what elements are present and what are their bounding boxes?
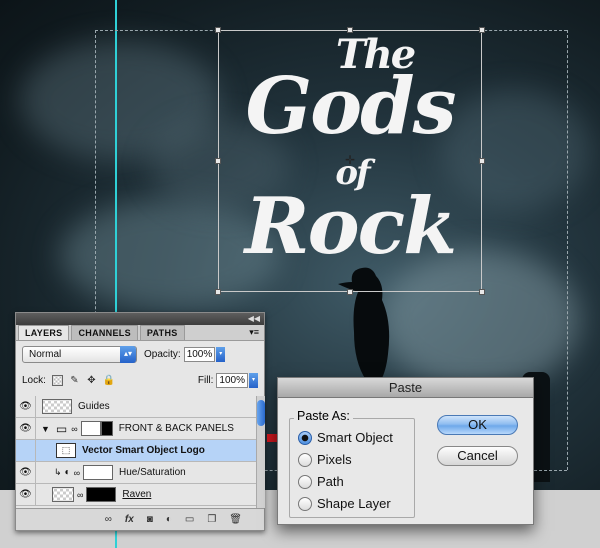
blend-mode-value: Normal [29, 348, 62, 360]
layer-row-raven[interactable]: 👁 ∞ Raven [16, 483, 256, 506]
mask-thumbnail [100, 421, 113, 436]
panel-tabs: LAYERS CHANNELS PATHS ▾≡ [16, 325, 264, 341]
blend-mode-select[interactable]: Normal ▴▾ [22, 345, 137, 363]
link-layers-icon[interactable]: ∞ [105, 514, 112, 525]
select-arrow-icon: ▴▾ [120, 345, 136, 363]
radio-button[interactable] [298, 474, 312, 489]
cancel-button[interactable]: Cancel [437, 446, 518, 466]
layer-row-vector-smart-object-logo[interactable]: ⬚ Vector Smart Object Logo [16, 439, 256, 462]
ok-button[interactable]: OK [437, 415, 518, 435]
fill-label: Fill: [197, 374, 214, 386]
photoshop-workspace: The Gods of Rock ✛ ◀◀ LAYERS CHANNELS PA… [0, 0, 600, 548]
logo-word: Rock [244, 181, 457, 272]
pivot-point-icon[interactable]: ✛ [345, 154, 355, 166]
layer-name: FRONT & BACK PANELS [118, 423, 234, 434]
radio-button[interactable] [298, 496, 312, 511]
tab-layers[interactable]: LAYERS [18, 325, 70, 340]
transform-handle[interactable] [347, 27, 353, 33]
transform-handle[interactable] [479, 158, 485, 164]
radio-label: Smart Object [317, 430, 393, 445]
fill-slider-arrow-icon[interactable]: ▾ [249, 372, 258, 388]
radio-path[interactable]: Path [298, 474, 344, 489]
layer-row-guides[interactable]: 👁 Guides [16, 396, 256, 418]
opacity-slider-arrow-icon[interactable]: ▾ [216, 346, 226, 362]
folder-icon: ▭ [55, 421, 68, 436]
link-chain-icon: ∞ [71, 423, 78, 434]
radio-shape-layer[interactable]: Shape Layer [298, 496, 391, 511]
layer-name: Raven [122, 489, 152, 500]
transform-handle[interactable] [347, 289, 353, 295]
collapse-icon[interactable]: ◀◀ [248, 314, 260, 323]
radio-smart-object[interactable]: Smart Object [298, 430, 393, 445]
group-expand-triangle-icon[interactable]: ▼ [41, 424, 50, 434]
opacity-label: Opacity: [144, 348, 181, 360]
scrollbar-thumb[interactable] [257, 400, 265, 426]
panel-footer: ∞ fx ◙ ◐ ▭ ❐ 🗑 [16, 508, 264, 530]
radio-label: Shape Layer [317, 496, 391, 511]
mask-thumbnail [86, 487, 117, 502]
panel-menu-icon[interactable]: ▾≡ [249, 327, 259, 338]
layer-name: Guides [78, 401, 110, 412]
visibility-eye-icon[interactable]: 👁 [16, 417, 36, 440]
transform-handle[interactable] [215, 289, 221, 295]
transform-handle[interactable] [479, 27, 485, 33]
layers-panel: ◀◀ LAYERS CHANNELS PATHS ▾≡ Normal ▴▾ Op… [15, 312, 265, 531]
layer-thumbnail [52, 487, 74, 502]
radio-button[interactable] [298, 430, 312, 445]
visibility-eye-icon[interactable]: 👁 [16, 396, 36, 418]
new-layer-icon[interactable]: ❐ [207, 514, 216, 525]
layer-name: Vector Smart Object Logo [82, 445, 205, 456]
layer-row-hue-saturation[interactable]: 👁 ↳ ◐ ∞ Hue/Saturation [16, 461, 256, 484]
mask-thumbnail [80, 421, 101, 436]
radio-label: Path [317, 474, 344, 489]
paste-as-label: Paste As: [294, 409, 353, 423]
transform-handle[interactable] [215, 158, 221, 164]
radio-button[interactable] [298, 452, 312, 467]
paste-dialog: Paste Paste As: Smart Object Pixels Path… [277, 377, 534, 525]
visibility-toggle-empty[interactable] [16, 439, 36, 462]
mask-thumbnail [83, 465, 114, 480]
tab-paths[interactable]: PATHS [139, 325, 185, 340]
trash-icon[interactable]: 🗑 [229, 514, 242, 525]
layer-row-front-back-panels[interactable]: 👁 ▼ ▭ ∞ FRONT & BACK PANELS [16, 417, 256, 440]
transform-handle[interactable] [479, 289, 485, 295]
transform-bounding-box[interactable]: The Gods of Rock ✛ [215, 27, 485, 295]
layer-thumbnail [42, 399, 72, 414]
layer-name: Hue/Saturation [119, 467, 186, 478]
lock-transparency-icon[interactable] [51, 374, 63, 386]
tab-channels[interactable]: CHANNELS [71, 325, 138, 340]
fill-input[interactable]: 100% [216, 372, 248, 388]
layer-list: 👁 Guides 👁 ▼ ▭ ∞ FRONT & BACK PANELS ⬚ V… [16, 396, 256, 508]
link-chain-icon: ∞ [73, 467, 81, 478]
radio-label: Pixels [317, 452, 352, 467]
opacity-input[interactable]: 100% [183, 346, 216, 362]
radio-pixels[interactable]: Pixels [298, 452, 352, 467]
transform-handle[interactable] [215, 27, 221, 33]
add-mask-icon[interactable]: ◙ [147, 514, 153, 525]
panel-titlebar[interactable]: ◀◀ [16, 313, 264, 325]
lock-label: Lock: [22, 374, 46, 386]
dialog-title: Paste [278, 378, 533, 398]
link-chain-icon: ∞ [77, 489, 84, 500]
visibility-eye-icon[interactable]: 👁 [16, 483, 36, 506]
visibility-eye-icon[interactable]: 👁 [16, 461, 36, 484]
new-group-icon[interactable]: ▭ [185, 514, 194, 525]
clipping-arrow-icon: ↳ [54, 467, 62, 477]
new-adjustment-layer-icon[interactable]: ◐ [166, 514, 172, 525]
lock-pixels-icon[interactable]: ✎ [69, 375, 80, 386]
adjustment-layer-icon: ◐ [64, 467, 71, 478]
dashed-margin-line [567, 30, 568, 470]
logo-word: Gods [245, 61, 456, 152]
lock-all-icon[interactable]: 🔒 [103, 375, 115, 386]
layer-list-scrollbar[interactable] [256, 396, 265, 508]
layer-style-fx-icon[interactable]: fx [125, 514, 134, 525]
smart-object-thumbnail: ⬚ [56, 443, 76, 458]
lock-position-icon[interactable]: ✥ [86, 375, 97, 386]
